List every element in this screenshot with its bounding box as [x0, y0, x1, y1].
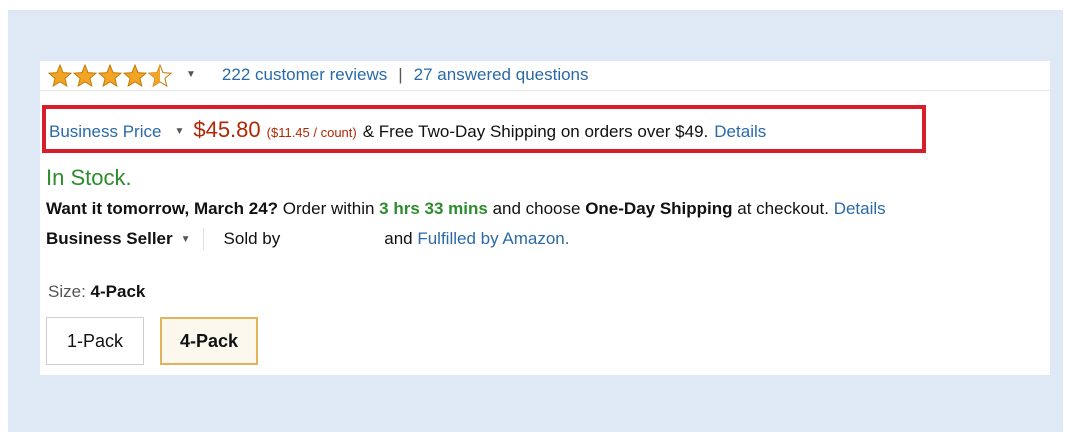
size-selector-label: Size: 4-Pack — [48, 282, 145, 302]
in-stock-status: In Stock. — [46, 165, 132, 190]
star-full-icon — [123, 63, 147, 87]
fulfilled-by-amazon-link[interactable]: Fulfilled by Amazon. — [417, 229, 569, 249]
business-seller-label[interactable]: Business Seller — [46, 229, 173, 249]
star-full-icon — [73, 63, 97, 87]
delivery-message: Want it tomorrow, March 24? Order within… — [46, 199, 886, 219]
fulfilled-prefix: and — [384, 229, 413, 248]
size-option-4-pack[interactable]: 4-Pack — [160, 317, 258, 365]
at-checkout-text: at checkout. — [737, 199, 829, 218]
sold-by-text: Sold by — [223, 229, 281, 248]
rating-chevron-down-icon[interactable]: ▼ — [186, 70, 196, 80]
star-half-icon — [148, 63, 172, 87]
star-full-icon — [48, 63, 72, 87]
star-full-icon — [98, 63, 122, 87]
business-price-link[interactable]: Business Price — [49, 122, 161, 142]
free-shipping-text: & Free Two-Day Shipping on orders over $… — [362, 122, 709, 141]
size-label: Size: — [48, 282, 86, 301]
business-price-row: Business Price ▼ $45.80 ($11.45 / count)… — [49, 117, 766, 145]
countdown-timer: 3 hrs 33 mins — [379, 199, 488, 218]
choose-text: and choose — [492, 199, 581, 218]
price-per-count: ($11.45 / count) — [266, 125, 357, 140]
size-option-1-pack[interactable]: 1-Pack — [46, 317, 144, 365]
shipping-details-link[interactable]: Details — [714, 122, 766, 142]
product-buy-box: ▼ 222 customer reviews | 27 answered que… — [40, 61, 1050, 375]
business-seller-chevron-down-icon[interactable]: ▼ — [181, 234, 191, 245]
answered-questions-link[interactable]: 27 answered questions — [414, 65, 589, 85]
seller-row: Business Seller ▼ Sold by and Fulfilled … — [46, 228, 569, 250]
business-price-chevron-down-icon[interactable]: ▼ — [174, 126, 184, 137]
price-value: $45.80 — [193, 117, 261, 142]
rating-row: ▼ 222 customer reviews | 27 answered que… — [48, 61, 589, 89]
delivery-lead: Want it tomorrow, March 24? — [46, 199, 279, 218]
shipping-option-text: One-Day Shipping — [585, 199, 733, 218]
customer-reviews-link[interactable]: 222 customer reviews — [222, 65, 387, 85]
delivery-details-link[interactable]: Details — [834, 199, 886, 218]
vertical-divider — [202, 228, 204, 250]
size-selected-value: 4-Pack — [90, 282, 146, 301]
separator: | — [398, 65, 403, 84]
divider — [40, 90, 1050, 91]
star-rating[interactable] — [48, 63, 172, 87]
order-within-text: Order within — [282, 199, 375, 218]
